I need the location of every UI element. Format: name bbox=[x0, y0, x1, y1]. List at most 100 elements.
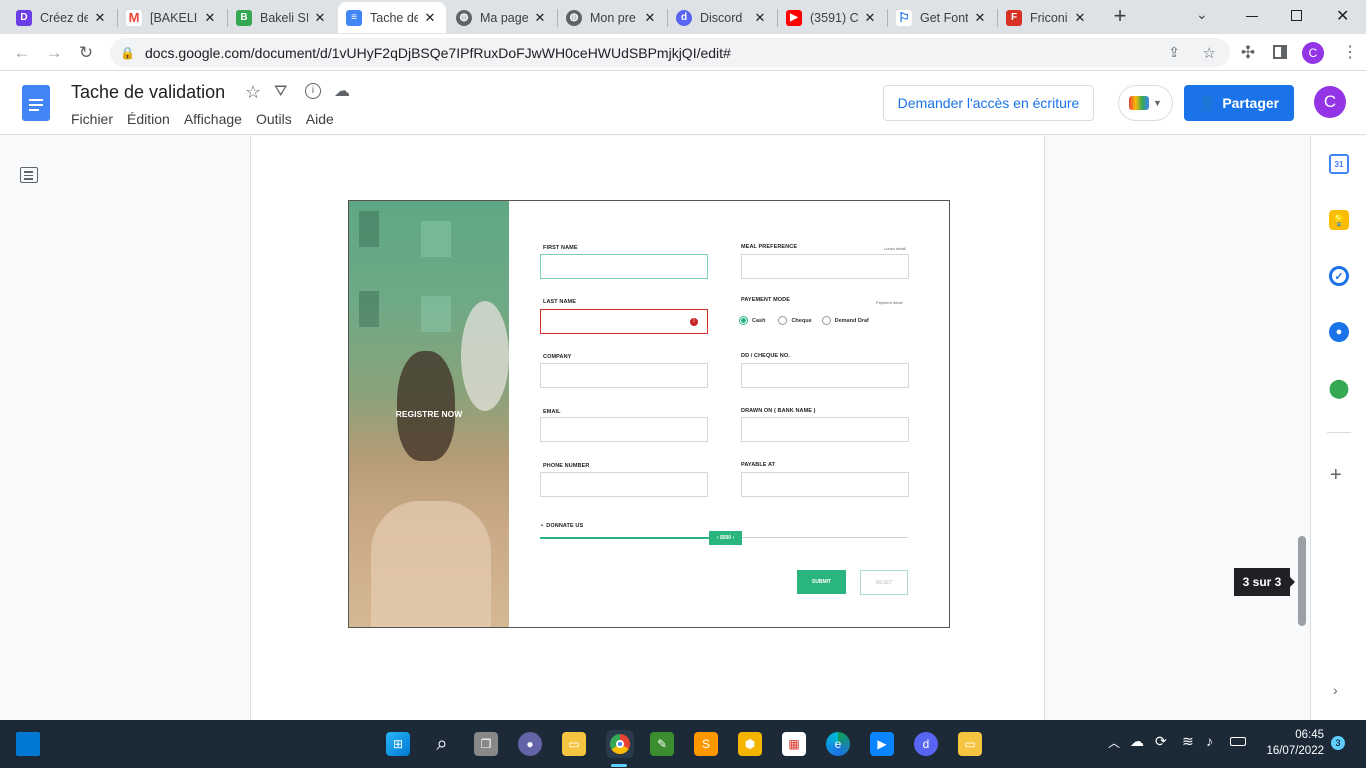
close-tab-icon[interactable]: ✕ bbox=[532, 10, 548, 26]
tab-search-icon[interactable]: ⌄ bbox=[1196, 6, 1208, 23]
contacts-icon[interactable]: ● bbox=[1329, 322, 1349, 342]
star-icon[interactable]: ☆ bbox=[245, 82, 261, 103]
chrome-icon-wrapper[interactable] bbox=[606, 730, 634, 758]
menu-affichage[interactable]: Affichage bbox=[184, 111, 242, 127]
browser-tab[interactable]: ▶ (3591) C ✕ bbox=[778, 2, 886, 33]
close-tab-icon[interactable]: ✕ bbox=[312, 10, 328, 26]
search-icon[interactable]: ⌕ bbox=[430, 732, 454, 756]
new-tab-button[interactable]: + bbox=[1108, 4, 1132, 28]
discord-taskbar-icon[interactable]: d bbox=[914, 732, 938, 756]
gmail-icon: M bbox=[126, 9, 142, 26]
chat-icon[interactable]: ● bbox=[518, 732, 542, 756]
tasks-icon[interactable]: ✓ bbox=[1329, 266, 1349, 286]
minimize-icon[interactable] bbox=[1246, 16, 1258, 17]
browser-tab-active[interactable]: ≡ Tache de ✕ bbox=[338, 2, 446, 33]
task-view-icon[interactable]: ❐ bbox=[474, 732, 498, 756]
file-explorer-icon[interactable]: ▭ bbox=[562, 732, 586, 756]
meet-button[interactable]: ▼ bbox=[1118, 85, 1173, 121]
browser-tabstrip: D Créez de ✕ M [BAKELI ✕ B Bakeli SI ✕ ≡… bbox=[0, 0, 1366, 34]
menu-fichier[interactable]: Fichier bbox=[71, 111, 113, 127]
wifi-icon[interactable]: ≋ bbox=[1182, 733, 1194, 750]
sublime-icon[interactable]: S bbox=[694, 732, 718, 756]
close-tab-icon[interactable]: ✕ bbox=[642, 10, 658, 26]
cloud-status-icon[interactable]: ☁ bbox=[334, 81, 350, 101]
browser-tab[interactable]: ◍ Mon pre ✕ bbox=[558, 2, 666, 33]
start-icon[interactable]: ⊞ bbox=[386, 732, 410, 756]
meal-hint: Lunch detail bbox=[884, 246, 906, 251]
request-edit-button[interactable]: Demander l'accès en écriture bbox=[883, 85, 1094, 121]
docs-logo-icon[interactable] bbox=[22, 85, 50, 121]
scrollbar-thumb[interactable] bbox=[1298, 536, 1306, 626]
bookmark-star-icon[interactable]: ☆ bbox=[1203, 44, 1216, 62]
side-panel-icon[interactable] bbox=[1273, 45, 1287, 59]
browser-tab[interactable]: D Créez de ✕ bbox=[8, 2, 116, 33]
cheque-input bbox=[741, 363, 909, 388]
email-input bbox=[540, 417, 708, 442]
volume-icon[interactable]: ♪ bbox=[1206, 733, 1213, 749]
creez-icon: D bbox=[16, 9, 32, 26]
account-avatar[interactable]: C bbox=[1314, 86, 1346, 118]
close-tab-icon[interactable]: ✕ bbox=[422, 10, 438, 26]
move-to-drive-icon[interactable]: ⛛ bbox=[274, 83, 287, 101]
editor-icon[interactable]: ✎ bbox=[650, 732, 674, 756]
close-tab-icon[interactable]: ✕ bbox=[752, 10, 768, 26]
notification-badge[interactable]: 3 bbox=[1331, 736, 1345, 750]
browser-tab[interactable]: ⚐ Get Font ✕ bbox=[888, 2, 996, 33]
meal-input bbox=[741, 254, 909, 279]
error-icon: ! bbox=[690, 318, 698, 326]
add-addon-icon[interactable]: + bbox=[1330, 464, 1342, 487]
share-page-icon[interactable]: ⇪ bbox=[1168, 44, 1180, 61]
reload-icon[interactable]: ↻ bbox=[72, 39, 100, 67]
info-icon[interactable]: i bbox=[305, 83, 321, 99]
browser-tab[interactable]: M [BAKELI ✕ bbox=[118, 2, 226, 33]
menu-outils[interactable]: Outils bbox=[256, 111, 292, 127]
maps-icon[interactable]: ⬤ bbox=[1329, 378, 1349, 398]
share-button[interactable]: 👤 Partager bbox=[1184, 85, 1294, 121]
field-label: DD / CHEQUE NO. bbox=[741, 353, 790, 359]
restore-icon[interactable] bbox=[1291, 10, 1302, 21]
close-tab-icon[interactable]: ✕ bbox=[1072, 10, 1088, 26]
chevron-up-icon[interactable]: ︿ bbox=[1108, 734, 1120, 751]
back-icon[interactable]: ← bbox=[8, 39, 36, 67]
donate-label: • DONNATE US bbox=[541, 523, 584, 529]
calendar-icon[interactable]: 31 bbox=[1329, 154, 1349, 174]
close-tab-icon[interactable]: ✕ bbox=[202, 10, 218, 26]
edge-icon[interactable]: e bbox=[826, 732, 850, 756]
close-tab-icon[interactable]: ✕ bbox=[862, 10, 878, 26]
menu-aide[interactable]: Aide bbox=[306, 111, 334, 127]
menu-edition[interactable]: Édition bbox=[127, 111, 170, 127]
keep-icon[interactable]: 💡 bbox=[1329, 210, 1349, 230]
chevron-right-icon[interactable]: › bbox=[1333, 682, 1338, 698]
profile-avatar[interactable]: C bbox=[1302, 42, 1324, 64]
flag-icon: ⚐ bbox=[896, 9, 912, 26]
address-bar[interactable]: 🔒 docs.google.com/document/d/1vUHyF2qDjB… bbox=[110, 38, 1230, 67]
discord-icon: d bbox=[676, 9, 692, 26]
tool-icon[interactable]: ▦ bbox=[782, 732, 806, 756]
field-label: DRAWN ON ( BANK NAME ) bbox=[741, 408, 816, 414]
extensions-icon[interactable]: ✣ bbox=[1234, 39, 1262, 67]
more-menu-icon[interactable]: ⋮ bbox=[1342, 42, 1358, 62]
submit-button: SUBMIT bbox=[797, 570, 846, 594]
document-title[interactable]: Tache de validation bbox=[71, 82, 225, 103]
browser-tab[interactable]: d Discord ✕ bbox=[668, 2, 776, 33]
clock-time[interactable]: 06:45 bbox=[1262, 729, 1324, 741]
close-tab-icon[interactable]: ✕ bbox=[92, 10, 108, 26]
onedrive-icon[interactable]: ☁ bbox=[1130, 733, 1144, 750]
widgets-icon[interactable] bbox=[16, 732, 40, 756]
outline-icon[interactable] bbox=[20, 167, 38, 183]
forward-icon[interactable]: → bbox=[40, 39, 68, 67]
sync-icon[interactable]: ⟳ bbox=[1155, 733, 1167, 750]
browser-tab[interactable]: B Bakeli SI ✕ bbox=[228, 2, 336, 33]
page-indicator: 3 sur 3 bbox=[1234, 568, 1290, 596]
app-icon[interactable]: ⬢ bbox=[738, 732, 762, 756]
donate-slider-handle: ‹ $500 › bbox=[709, 531, 742, 545]
battery-icon[interactable] bbox=[1230, 737, 1246, 746]
browser-tab[interactable]: F Friconix ✕ bbox=[998, 2, 1096, 33]
payment-hint: Payment detail bbox=[876, 300, 903, 305]
media-icon[interactable]: ▶ bbox=[870, 732, 894, 756]
browser-tab[interactable]: ◍ Ma page ✕ bbox=[448, 2, 556, 33]
clock-date[interactable]: 16/07/2022 bbox=[1262, 745, 1324, 757]
close-window-icon[interactable]: ✕ bbox=[1336, 6, 1349, 26]
folder-icon[interactable]: ▭ bbox=[958, 732, 982, 756]
close-tab-icon[interactable]: ✕ bbox=[972, 10, 988, 26]
